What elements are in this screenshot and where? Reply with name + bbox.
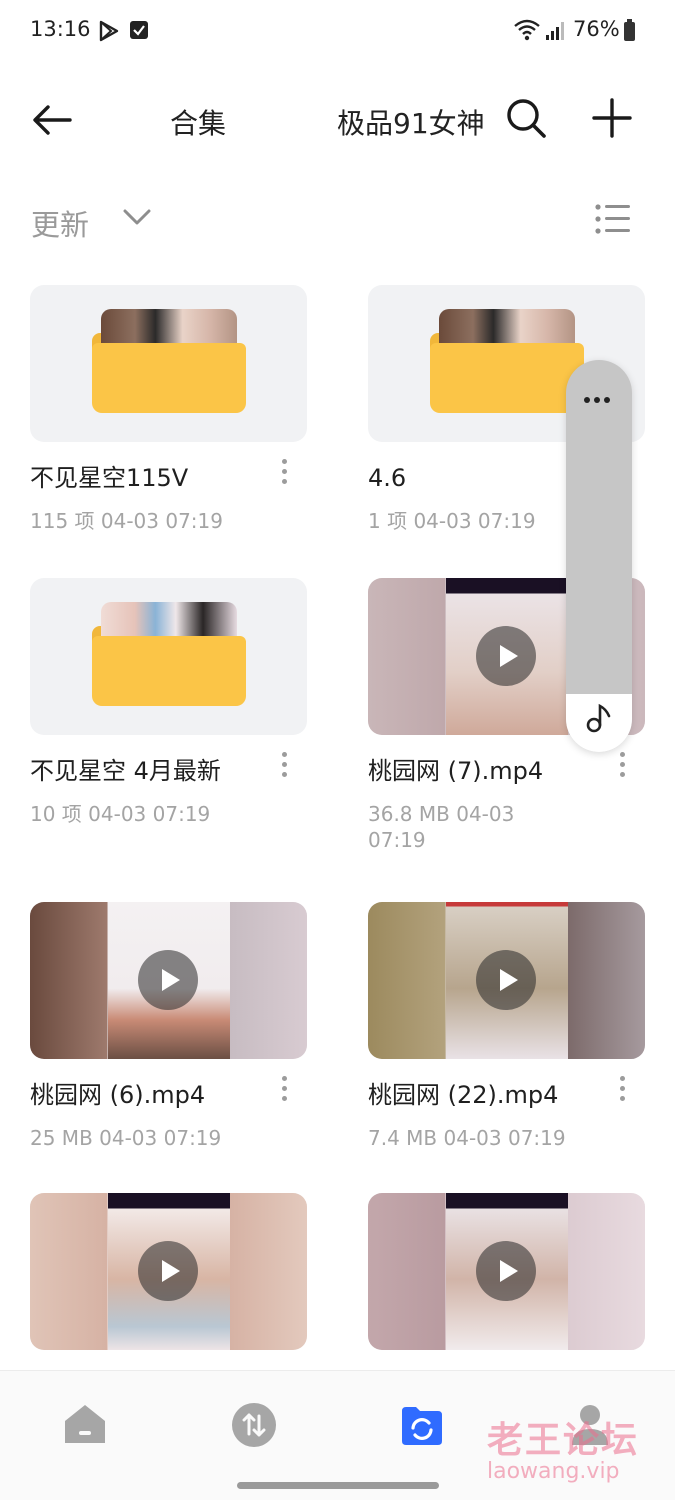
file-name: 4.6 [368, 464, 407, 492]
file-name: 桃园网 (22).mp4 [368, 1081, 559, 1109]
folder-card[interactable]: 不见星空115V 115 项 04-03 07:19 [30, 285, 307, 534]
music-player-button[interactable] [566, 694, 632, 752]
play-icon[interactable] [476, 1241, 536, 1301]
file-meta: 115 项 04-03 07:19 [30, 509, 223, 533]
video-card[interactable]: 桃园网 (6).mp4 25 MB 04-03 07:19 [30, 902, 307, 1151]
gesture-home-bar[interactable] [237, 1482, 439, 1489]
file-meta: 25 MB 04-03 07:19 [30, 1126, 222, 1150]
search-icon[interactable] [502, 94, 550, 142]
video-card[interactable] [30, 1193, 307, 1350]
folder-thumbnail[interactable] [30, 578, 307, 735]
file-name: 桃园网 (7).mp4 [368, 757, 544, 785]
folder-card[interactable]: 不见星空 4月最新 10 项 04-03 07:19 [30, 578, 307, 827]
file-meta: 10 项 04-03 07:19 [30, 802, 211, 826]
back-arrow-icon[interactable] [28, 98, 76, 142]
play-icon[interactable] [476, 626, 536, 686]
file-meta: 1 项 04-03 07:19 [368, 509, 536, 533]
video-thumbnail[interactable] [30, 1193, 307, 1350]
file-meta: 36.8 MB 04-03 07:19 [368, 802, 515, 852]
more-options-icon[interactable] [279, 459, 289, 489]
chevron-down-icon[interactable] [122, 206, 152, 228]
home-icon[interactable] [61, 1401, 109, 1449]
more-horizontal-icon[interactable] [584, 388, 616, 403]
transfer-icon[interactable] [230, 1401, 278, 1449]
sort-dropdown-label[interactable]: 更新 [31, 202, 89, 244]
video-card[interactable] [368, 1193, 645, 1350]
more-options-icon[interactable] [279, 752, 289, 782]
file-name: 桃园网 (6).mp4 [30, 1081, 206, 1109]
play-icon[interactable] [476, 950, 536, 1010]
battery-percent: 76% [573, 17, 620, 41]
more-options-icon[interactable] [617, 752, 627, 782]
status-time: 13:16 [30, 17, 91, 41]
watermark-url: laowang.vip [487, 1459, 620, 1484]
music-note-icon [586, 703, 611, 733]
video-thumbnail[interactable] [368, 902, 645, 1059]
play-icon[interactable] [138, 950, 198, 1010]
floating-toolbar[interactable] [566, 360, 632, 752]
file-name: 不见星空115V [30, 464, 189, 492]
list-view-icon[interactable] [594, 203, 632, 235]
play-icon[interactable] [138, 1241, 198, 1301]
files-icon[interactable] [398, 1401, 446, 1449]
folder-thumbnail[interactable] [30, 285, 307, 442]
video-thumbnail[interactable] [30, 902, 307, 1059]
watermark-logo-text: 老王论坛 [487, 1420, 640, 1461]
checkbox-notification-icon [130, 21, 148, 39]
video-card[interactable]: 桃园网 (22).mp4 7.4 MB 04-03 07:19 [368, 902, 645, 1151]
signal-icon [546, 22, 564, 40]
more-options-icon[interactable] [617, 1076, 627, 1106]
app-header: 合集 极品91女神 [0, 80, 675, 160]
folder-icon [430, 343, 584, 413]
file-meta: 7.4 MB 04-03 07:19 [368, 1126, 566, 1150]
status-bar: 13:16 76% [0, 0, 675, 64]
add-icon[interactable] [588, 94, 636, 142]
wifi-icon [514, 19, 540, 41]
folder-icon [92, 636, 246, 706]
folder-icon [92, 343, 246, 413]
bottom-navigation: 老王论坛 laowang.vip [0, 1370, 675, 1500]
sort-bar: 更新 [0, 190, 675, 250]
breadcrumb-parent[interactable]: 合集 [170, 102, 230, 142]
battery-icon [624, 19, 635, 41]
play-store-icon [99, 20, 119, 42]
page-title: 极品91女神 [337, 107, 485, 140]
more-options-icon[interactable] [279, 1076, 289, 1106]
file-name: 不见星空 4月最新 [30, 757, 221, 785]
video-thumbnail[interactable] [368, 1193, 645, 1350]
